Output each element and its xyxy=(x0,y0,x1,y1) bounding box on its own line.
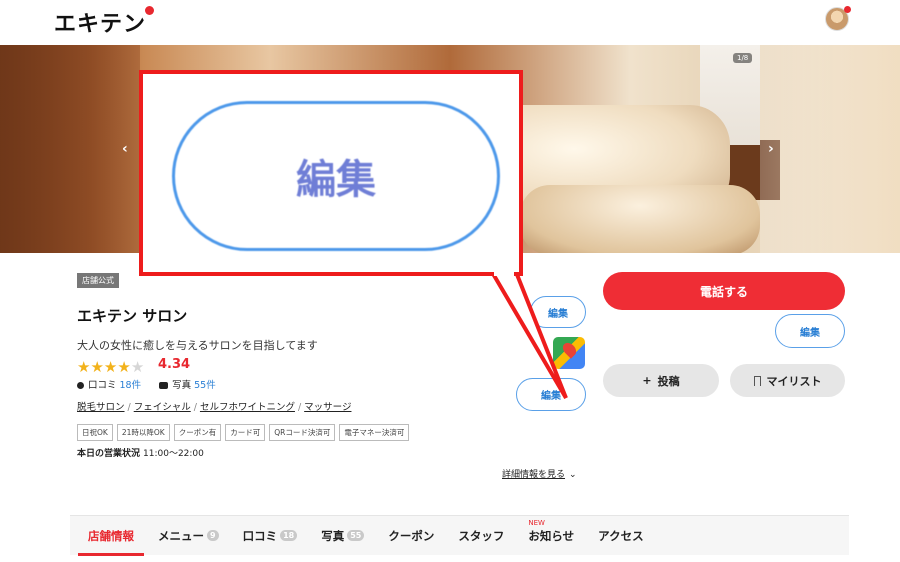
feature-tag: QRコード決済可 xyxy=(269,424,336,441)
hero-next-icon[interactable]: › xyxy=(768,141,774,157)
star-icon: ★ xyxy=(90,358,104,376)
reviews-label: 口コミ xyxy=(88,380,117,391)
review-icon xyxy=(77,382,84,389)
rating-stars: ★★★★★ xyxy=(77,358,144,376)
map-pin-icon xyxy=(560,340,579,359)
new-badge: NEW xyxy=(528,518,545,527)
star-empty-icon: ★ xyxy=(130,358,145,376)
genre-link[interactable]: フェイシャル xyxy=(134,402,191,413)
shop-tab-bar: 店舗情報 メニュー 9 口コミ 18 写真 55 クーポン スタッフ NEW お知らせ … xyxy=(70,515,849,556)
shop-name: エキテン サロン xyxy=(77,307,188,325)
tab-count-badge: 9 xyxy=(207,530,219,541)
genre-link[interactable]: マッサージ xyxy=(304,402,351,413)
photos-label: 写真 xyxy=(172,380,192,391)
detail-info-link[interactable]: 詳細情報を見る ⌄ xyxy=(502,467,577,480)
edit-button-shop-name[interactable]: 編集 xyxy=(530,296,586,328)
mylist-button[interactable]: マイリスト xyxy=(730,364,845,397)
logo-text: エキテン xyxy=(54,12,147,37)
tab-count-badge: 18 xyxy=(280,530,298,541)
tab-reviews[interactable]: 口コミ 18 xyxy=(243,516,298,556)
bookmark-icon xyxy=(753,375,761,386)
tab-staff[interactable]: スタッフ xyxy=(458,516,504,556)
tab-coupon[interactable]: クーポン xyxy=(388,516,434,556)
site-header: エキテン xyxy=(0,0,900,44)
feature-tag: 21時以降OK xyxy=(116,424,170,441)
edit-button-call[interactable]: 編集 xyxy=(775,314,845,348)
star-icon: ★ xyxy=(117,358,131,376)
reviews-count-link[interactable]: 18件 xyxy=(120,380,142,391)
tab-news[interactable]: NEW お知らせ xyxy=(528,516,574,556)
tab-count-badge: 55 xyxy=(347,530,365,541)
call-button[interactable]: 電話する xyxy=(603,272,845,310)
camera-icon xyxy=(159,382,169,389)
edit-button-genre[interactable]: 編集 xyxy=(516,378,586,411)
photo-counter: 1/8 xyxy=(733,53,753,63)
tab-menu[interactable]: メニュー 9 xyxy=(158,516,219,556)
google-maps-icon[interactable] xyxy=(553,337,585,369)
chevron-down-icon: ⌄ xyxy=(569,470,577,480)
feature-tags: 日祝OK 21時以降OK クーポン有 カード可 QRコード決済可 電子マネー決済… xyxy=(77,424,410,441)
feature-tag: 日祝OK xyxy=(77,424,113,441)
genre-links: 脱毛サロン / フェイシャル / セルフホワイトニング / マッサージ xyxy=(77,402,352,413)
callout-edit-button: 編集 xyxy=(172,101,500,251)
tab-photos[interactable]: 写真 55 xyxy=(321,516,365,556)
plus-icon: + xyxy=(642,374,652,387)
official-badge: 店舗公式 xyxy=(77,273,119,288)
tab-shop-info[interactable]: 店舗情報 xyxy=(78,516,144,556)
genre-link[interactable]: セルフホワイトニング xyxy=(200,402,295,413)
genre-link[interactable]: 脱毛サロン xyxy=(77,402,125,413)
user-avatar-icon[interactable] xyxy=(825,6,851,31)
feature-tag: カード可 xyxy=(225,424,266,441)
star-icon: ★ xyxy=(77,358,91,376)
rating-value: 4.34 xyxy=(158,357,191,372)
logo-dot-icon xyxy=(145,6,155,15)
zoom-callout: 編集 xyxy=(139,70,523,276)
photos-count-link[interactable]: 55件 xyxy=(194,380,216,391)
review-meta: 口コミ 18件 写真 55件 xyxy=(77,377,216,391)
tab-access[interactable]: アクセス xyxy=(598,516,643,556)
site-logo[interactable]: エキテン xyxy=(54,6,155,38)
hours-label: 本日の営業状況 xyxy=(77,449,141,459)
post-button[interactable]: + 投稿 xyxy=(603,364,719,397)
hours-value: 11:00〜22:00 xyxy=(143,449,204,459)
business-hours: 本日の営業状況 11:00〜22:00 xyxy=(77,446,204,459)
feature-tag: 電子マネー決済可 xyxy=(339,424,410,441)
feature-tag: クーポン有 xyxy=(173,424,222,441)
hero-prev-icon[interactable]: ‹ xyxy=(122,141,128,157)
star-icon: ★ xyxy=(103,358,118,376)
shop-catchphrase: 大人の女性に癒しを与えるサロンを目指してます xyxy=(77,339,318,352)
notification-dot-icon xyxy=(844,6,851,13)
